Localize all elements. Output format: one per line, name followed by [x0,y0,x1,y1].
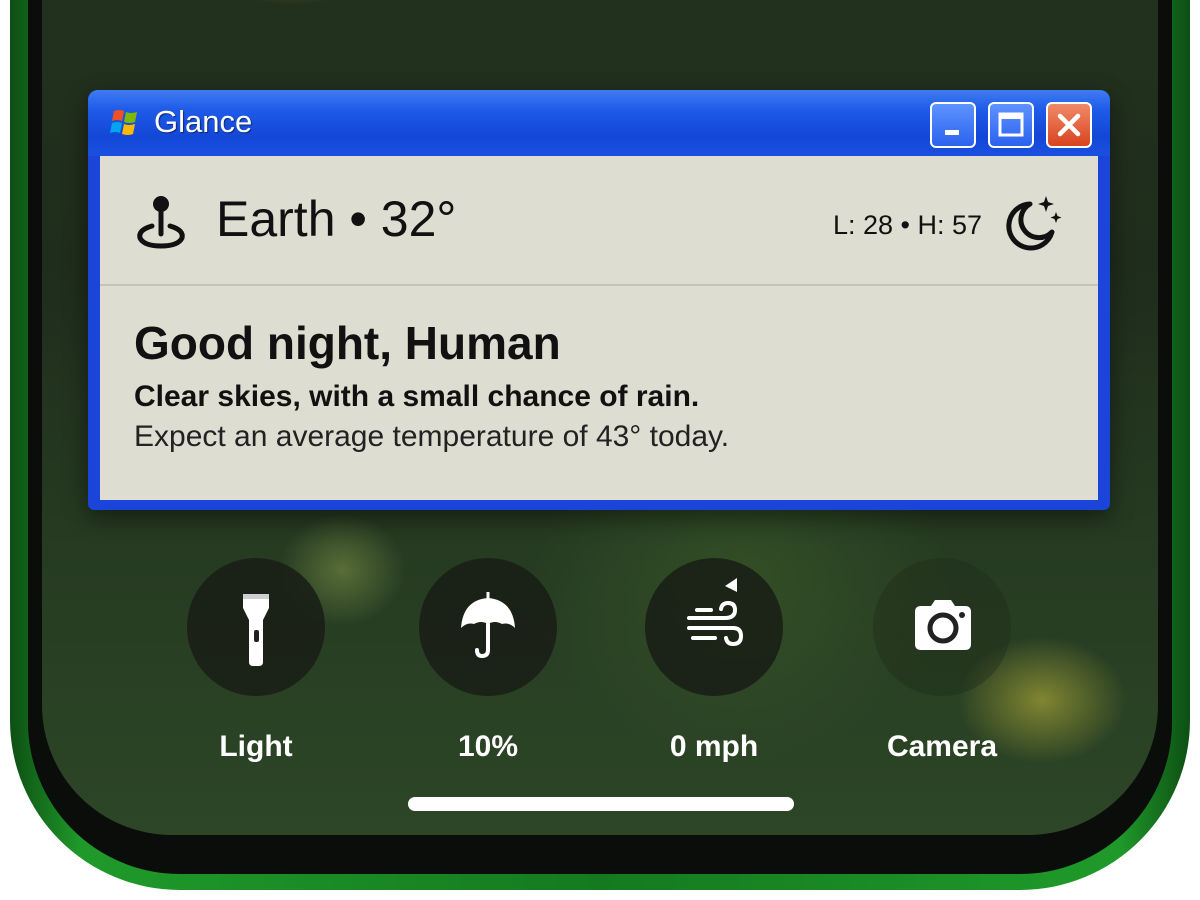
wind-button[interactable] [645,558,783,696]
minimize-icon [945,130,959,135]
rain-chance-label: 10% [457,730,519,763]
location-pin-icon [134,192,188,257]
window-title: Glance [154,104,253,139]
wind-speed-label: 0 mph [669,730,759,763]
light-button[interactable] [187,558,325,696]
glance-window: Glance Earth • 32° L: 28 • H: 57 Good ni… [88,90,1110,510]
rain-chance-button[interactable] [419,558,557,696]
light-label: Light [219,730,293,763]
umbrella-icon [461,592,515,659]
forecast-detail: Expect an average temperature of 43° tod… [134,420,730,453]
moon-stars-icon [1000,192,1064,261]
title-bar[interactable]: Glance [88,90,1110,156]
flashlight-icon [243,594,269,666]
camera-label: Camera [886,730,998,763]
maximize-icon [998,112,1024,137]
location-row: Earth • 32° L: 28 • H: 57 [100,156,1098,286]
quick-action-rain-chance[interactable]: 10% [398,558,578,764]
windows-logo-icon [110,108,142,138]
window-content: Earth • 32° L: 28 • H: 57 Good night, Hu… [100,156,1098,500]
low-high-temperature: L: 28 • H: 57 [832,210,982,240]
home-indicator[interactable] [408,797,794,811]
location-temperature: Earth • 32° [216,191,457,247]
quick-action-wind[interactable]: 0 mph [624,558,804,764]
wind-icon [687,578,744,647]
quick-action-camera[interactable]: Camera [852,558,1032,764]
minimize-button[interactable] [930,102,976,148]
close-icon [1057,113,1081,137]
quick-action-light[interactable]: Light [166,558,346,764]
close-button[interactable] [1046,102,1092,148]
forecast-summary: Clear skies, with a small chance of rain… [134,380,700,413]
maximize-button[interactable] [988,102,1034,148]
greeting-heading: Good night, Human [134,317,561,369]
camera-icon [915,600,971,650]
camera-button[interactable] [873,558,1011,696]
